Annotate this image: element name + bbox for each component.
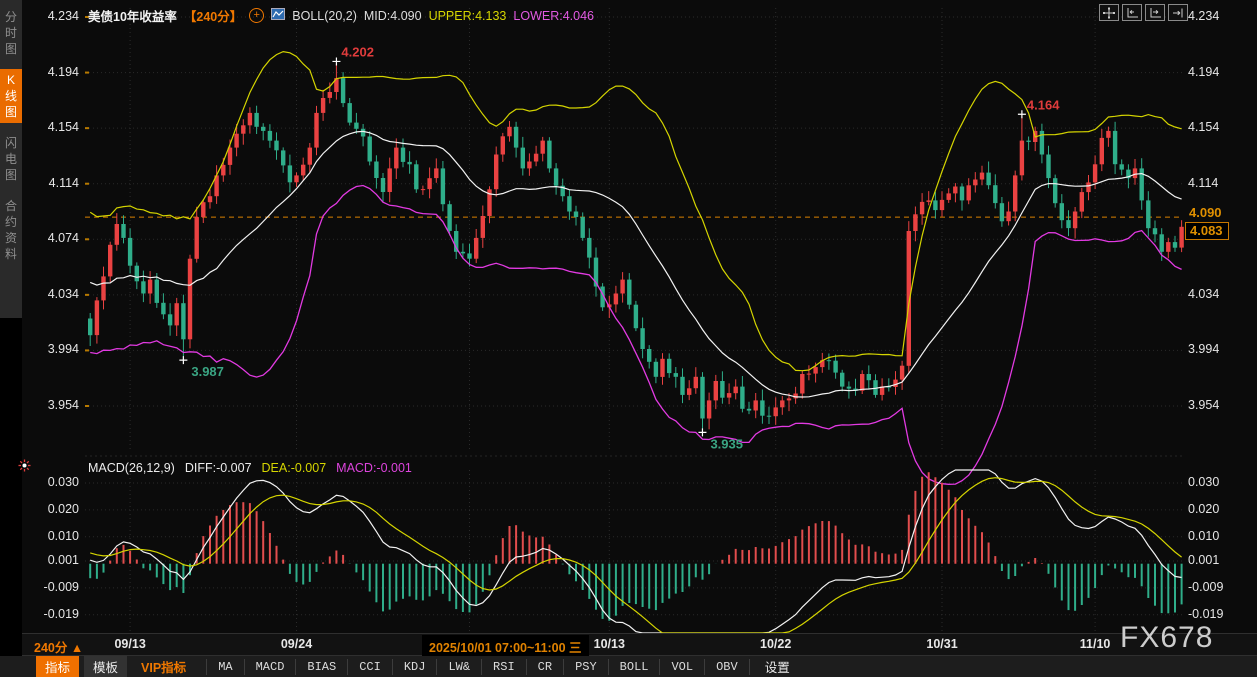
y-axis-label: 4.034 [26, 287, 79, 301]
y-axis-label: 0.001 [26, 553, 79, 567]
symbol-title: 美债10年收益率 [88, 6, 177, 25]
boll-upper-value: UPPER:4.133 [429, 9, 507, 23]
toolbar-tab-2[interactable]: VIP指标 [132, 656, 195, 677]
chart-header: 美债10年收益率 【240分】 + BOLL(20,2) MID:4.090 U… [88, 6, 594, 25]
y-axis-label: -0.019 [1188, 607, 1223, 621]
y-axis-label: 3.994 [26, 342, 79, 356]
indicator-item-lw&[interactable]: LW& [437, 659, 482, 675]
y-axis-label: 4.034 [1188, 287, 1219, 301]
y-axis-label: 4.194 [1188, 65, 1219, 79]
settings-button[interactable]: 设置 [755, 656, 800, 677]
indicator-item-cr[interactable]: CR [527, 659, 564, 675]
indicator-item-kdj[interactable]: KDJ [393, 659, 438, 675]
period-tag: 【240分】 [184, 6, 242, 25]
date-label: 10/22 [760, 637, 791, 651]
y-axis-label: 0.010 [1188, 529, 1219, 543]
sidebar-tab-list: 分 时 图 K 线 图闪 电 图合 约 资 料 [0, 0, 22, 318]
indicator-item-vol[interactable]: VOL [660, 659, 705, 675]
y-axis-label: 3.994 [1188, 342, 1219, 356]
indicator-item-cci[interactable]: CCI [348, 659, 393, 675]
indicator-item-ma[interactable]: MA [206, 659, 244, 675]
indicator-item-bias[interactable]: BIAS [296, 659, 348, 675]
pan-right-icon[interactable] [1168, 4, 1188, 21]
alert-starburst-icon[interactable] [18, 459, 31, 477]
y-axis-label: 0.010 [26, 529, 79, 543]
indicator-item-boll[interactable]: BOLL [609, 659, 661, 675]
dashed-level-tag: 4.090 [1184, 203, 1257, 220]
date-label: 09/24 [281, 637, 312, 651]
indicator-item-obv[interactable]: OBV [705, 659, 750, 675]
add-indicator-icon[interactable]: + [249, 8, 264, 23]
y-axis-label: 4.234 [1188, 9, 1219, 23]
date-label: 10/31 [926, 637, 957, 651]
y-axis-label: 3.954 [1188, 398, 1219, 412]
y-axis-label: 0.020 [26, 502, 79, 516]
sidebar: 分 时 图 K 线 图闪 电 图合 约 资 料 [0, 0, 22, 677]
y-axis-label: 4.114 [1188, 176, 1218, 190]
toolbar-tab-0[interactable]: 指标 [36, 656, 79, 677]
price-tag-group: 4.090 4.083 [1184, 203, 1257, 253]
macd-macd-value: MACD:-0.001 [336, 461, 412, 475]
macd-name: MACD(26,12,9) [88, 461, 175, 475]
chart-canvas[interactable]: 3.987 4.202 3.935 4.164 [0, 0, 1257, 677]
sidebar-tab-1[interactable]: K 线 图 [0, 69, 22, 123]
y-axis-label: 0.030 [1188, 475, 1219, 489]
y-axis-label: 0.001 [1188, 553, 1219, 567]
boll-lower-value: LOWER:4.046 [513, 9, 594, 23]
toolbar-tab-group: 指标模板VIP指标 [36, 656, 195, 677]
y-axis-label: -0.009 [26, 580, 79, 594]
axis-zoom-right-icon[interactable] [1145, 4, 1165, 21]
indicator-item-macd[interactable]: MACD [245, 659, 297, 675]
date-label: 11/10 [1080, 637, 1111, 651]
y-axis-label: 4.074 [26, 231, 79, 245]
price-annotation: 3.935 [710, 436, 743, 451]
fx678-watermark: FX678 [1120, 621, 1213, 655]
date-label: 09/13 [114, 637, 145, 651]
y-axis-label: 4.154 [1188, 120, 1219, 134]
price-annotation: 3.987 [191, 364, 224, 379]
y-axis-label: -0.009 [1188, 580, 1223, 594]
date-label: 10/13 [594, 637, 625, 651]
axis-zoom-left-icon[interactable] [1122, 4, 1142, 21]
boll-mid-value: MID:4.090 [364, 9, 422, 23]
period-selector[interactable]: 240分 ▲ [34, 637, 83, 656]
price-annotation: 4.202 [341, 44, 374, 59]
macd-header: MACD(26,12,9) DIFF:-0.007 DEA:-0.007 MAC… [88, 461, 412, 475]
y-axis-label: -0.019 [26, 607, 79, 621]
y-axis-label: 4.154 [26, 120, 79, 134]
last-price-tag: 4.083 [1185, 222, 1229, 240]
sidebar-tab-2[interactable]: 闪 电 图 [0, 132, 22, 186]
y-axis-label: 0.020 [1188, 502, 1219, 516]
x-axis-row: 240分 ▲ 2025/10/01 07:00~11:00 三 09/13 09/… [22, 633, 1257, 656]
price-annotation: 4.164 [1027, 97, 1060, 112]
chart-tool-icons [1099, 4, 1188, 21]
sidebar-tab-3[interactable]: 合 约 资 料 [0, 195, 22, 265]
toolbar-tab-1[interactable]: 模板 [84, 656, 127, 677]
y-axis-label: 3.954 [26, 398, 79, 412]
bottom-toolbar: 指标模板VIP指标 MAMACDBIASCCIKDJLW&RSICRPSYBOL… [0, 656, 1257, 677]
trading-app-window: 3.987 4.202 3.935 4.164 美债10年收益率 【240分】 + B… [0, 0, 1257, 677]
y-axis-label: 4.114 [26, 176, 79, 190]
y-axis-label: 4.234 [26, 9, 79, 23]
indicator-item-psy[interactable]: PSY [564, 659, 609, 675]
indicator-list: MAMACDBIASCCIKDJLW&RSICRPSYBOLLVOLOBV [206, 659, 750, 675]
sidebar-tab-0[interactable]: 分 时 图 [0, 6, 22, 60]
y-axis-label: 4.194 [26, 65, 79, 79]
indicator-item-rsi[interactable]: RSI [482, 659, 527, 675]
macd-dea-value: DEA:-0.007 [262, 461, 327, 475]
crosshair-date-label: 2025/10/01 07:00~11:00 三 [422, 635, 589, 658]
boll-label: BOLL(20,2) [292, 9, 357, 23]
mini-line-chart-icon[interactable] [271, 8, 285, 23]
y-axis-label: 0.030 [26, 475, 79, 489]
macd-diff-value: DIFF:-0.007 [185, 461, 252, 475]
move-crosshair-icon[interactable] [1099, 4, 1119, 21]
